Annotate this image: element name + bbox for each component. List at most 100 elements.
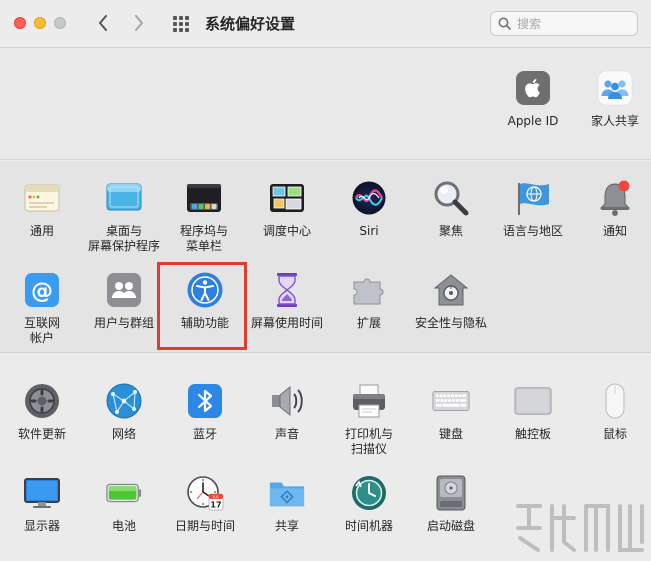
pane-displays[interactable]: 显示器 — [1, 474, 83, 534]
pane-label: 调度中心 — [262, 224, 311, 238]
language-region-icon — [514, 179, 552, 217]
pane-spotlight[interactable]: 聚焦 — [410, 179, 492, 239]
watermark-logo — [516, 504, 644, 552]
general-icon — [23, 179, 61, 217]
preferences-panel-personal: 通用 桌面与 屏幕保护程序 程序坞与 菜单栏 调度中心 Siri 聚焦 语言与地… — [0, 161, 651, 353]
sound-icon — [268, 382, 306, 420]
pane-general[interactable]: 通用 — [1, 179, 83, 239]
pane-label: 桌面与 屏幕保护程序 — [87, 224, 160, 253]
pane-printers-scanners[interactable]: 打印机与 扫描仪 — [328, 382, 410, 457]
zoom-window-button[interactable] — [54, 17, 66, 29]
calendar-month: JUL — [212, 495, 219, 499]
pane-sharing[interactable]: 共享 — [246, 474, 328, 534]
pane-extensions[interactable]: 扩展 — [328, 271, 410, 331]
pane-label: 通知 — [602, 224, 627, 238]
family-sharing-label: 家人共享 — [590, 114, 639, 128]
screen-time-icon — [268, 271, 306, 309]
apple-id-label: Apple ID — [507, 114, 559, 128]
chevron-right-icon — [135, 15, 143, 31]
forward-button[interactable] — [126, 10, 152, 36]
network-icon — [105, 382, 143, 420]
pane-keyboard[interactable]: 键盘 — [410, 382, 492, 442]
startup-disk-icon — [432, 474, 470, 512]
pane-siri[interactable]: Siri — [328, 179, 410, 239]
pane-accessibility[interactable]: 辅助功能 — [164, 271, 246, 331]
pane-date-time[interactable]: JUL 17 日期与时间 — [164, 474, 246, 534]
pane-security-privacy[interactable]: 安全性与隐私 — [410, 271, 492, 331]
internet-accounts-icon: @ — [23, 271, 61, 309]
desktop-screensaver-icon — [105, 179, 143, 217]
pane-label: 日期与时间 — [174, 519, 235, 533]
pane-sound[interactable]: 声音 — [246, 382, 328, 442]
pane-label: 通用 — [29, 224, 54, 238]
apple-id-pane[interactable]: Apple ID — [492, 69, 574, 129]
pane-label: 显示器 — [23, 519, 60, 533]
search-field[interactable] — [490, 11, 638, 36]
family-sharing-pane[interactable]: 家人共享 — [574, 69, 651, 129]
battery-icon — [105, 474, 143, 512]
users-groups-icon — [105, 271, 143, 309]
search-input[interactable] — [517, 16, 627, 31]
pane-label: 语言与地区 — [502, 224, 563, 238]
pane-battery[interactable]: 电池 — [83, 474, 165, 534]
pane-label: 键盘 — [438, 427, 463, 441]
pane-mouse[interactable]: 鼠标 — [574, 382, 651, 442]
time-machine-icon — [350, 474, 388, 512]
pane-mission-control[interactable]: 调度中心 — [246, 179, 328, 239]
pane-trackpad[interactable]: 触控板 — [492, 382, 574, 442]
extensions-icon — [350, 271, 388, 309]
pane-label: 时间机器 — [344, 519, 393, 533]
show-all-grid-button[interactable] — [170, 13, 192, 35]
pane-time-machine[interactable]: 时间机器 — [328, 474, 410, 534]
displays-icon — [23, 474, 61, 512]
svg-text:@: @ — [31, 279, 53, 304]
pane-label: 辅助功能 — [180, 316, 229, 330]
pane-notifications[interactable]: 通知 — [574, 179, 651, 239]
apple-logo-icon — [514, 69, 552, 107]
pane-internet-accounts[interactable]: @ 互联网 帐户 — [1, 271, 83, 346]
pane-label: 蓝牙 — [192, 427, 217, 441]
printers-scanners-icon — [350, 382, 388, 420]
pane-label: 触控板 — [514, 427, 551, 441]
close-window-button[interactable] — [14, 17, 26, 29]
calendar-day: 17 — [210, 501, 221, 510]
pane-users-groups[interactable]: 用户与群组 — [83, 271, 165, 331]
pane-label: 安全性与隐私 — [414, 316, 487, 330]
pane-label: 电池 — [111, 519, 136, 533]
mission-control-icon — [268, 179, 306, 217]
pane-dock-menubar[interactable]: 程序坞与 菜单栏 — [163, 179, 245, 254]
pane-label: 打印机与 扫描仪 — [344, 427, 393, 456]
chevron-left-icon — [99, 15, 107, 31]
pane-label: 启动磁盘 — [426, 519, 475, 533]
window-titlebar: 系统偏好设置 — [0, 0, 651, 48]
pane-label: 声音 — [274, 427, 299, 441]
window-title: 系统偏好设置 — [205, 15, 296, 33]
trackpad-icon — [514, 382, 552, 420]
accessibility-icon — [186, 271, 224, 309]
search-icon — [498, 17, 511, 30]
pane-desktop-screensaver[interactable]: 桌面与 屏幕保护程序 — [83, 179, 165, 254]
back-button[interactable] — [90, 10, 116, 36]
notifications-icon — [596, 179, 634, 217]
pane-network[interactable]: 网络 — [83, 382, 165, 442]
pane-screen-time[interactable]: 屏幕使用时间 — [246, 271, 328, 331]
pane-bluetooth[interactable]: 蓝牙 — [164, 382, 246, 442]
sharing-icon — [268, 474, 306, 512]
minimize-window-button[interactable] — [34, 17, 46, 29]
pane-label: 屏幕使用时间 — [250, 316, 323, 330]
siri-icon — [350, 179, 388, 217]
pane-label: 共享 — [274, 519, 299, 533]
pane-label: 程序坞与 菜单栏 — [179, 224, 228, 253]
family-sharing-icon — [596, 69, 634, 107]
pane-startup-disk[interactable]: 启动磁盘 — [410, 474, 492, 534]
pane-label: 扩展 — [356, 316, 381, 330]
pane-label: 互联网 帐户 — [23, 316, 60, 345]
keyboard-icon — [432, 382, 470, 420]
date-time-icon: JUL 17 — [186, 474, 224, 512]
mouse-icon — [596, 382, 634, 420]
security-privacy-icon — [432, 271, 470, 309]
pane-language-region[interactable]: 语言与地区 — [492, 179, 574, 239]
pane-software-update[interactable]: 软件更新 — [1, 382, 83, 442]
pane-label: 聚焦 — [438, 224, 463, 238]
dock-menubar-icon — [185, 179, 223, 217]
